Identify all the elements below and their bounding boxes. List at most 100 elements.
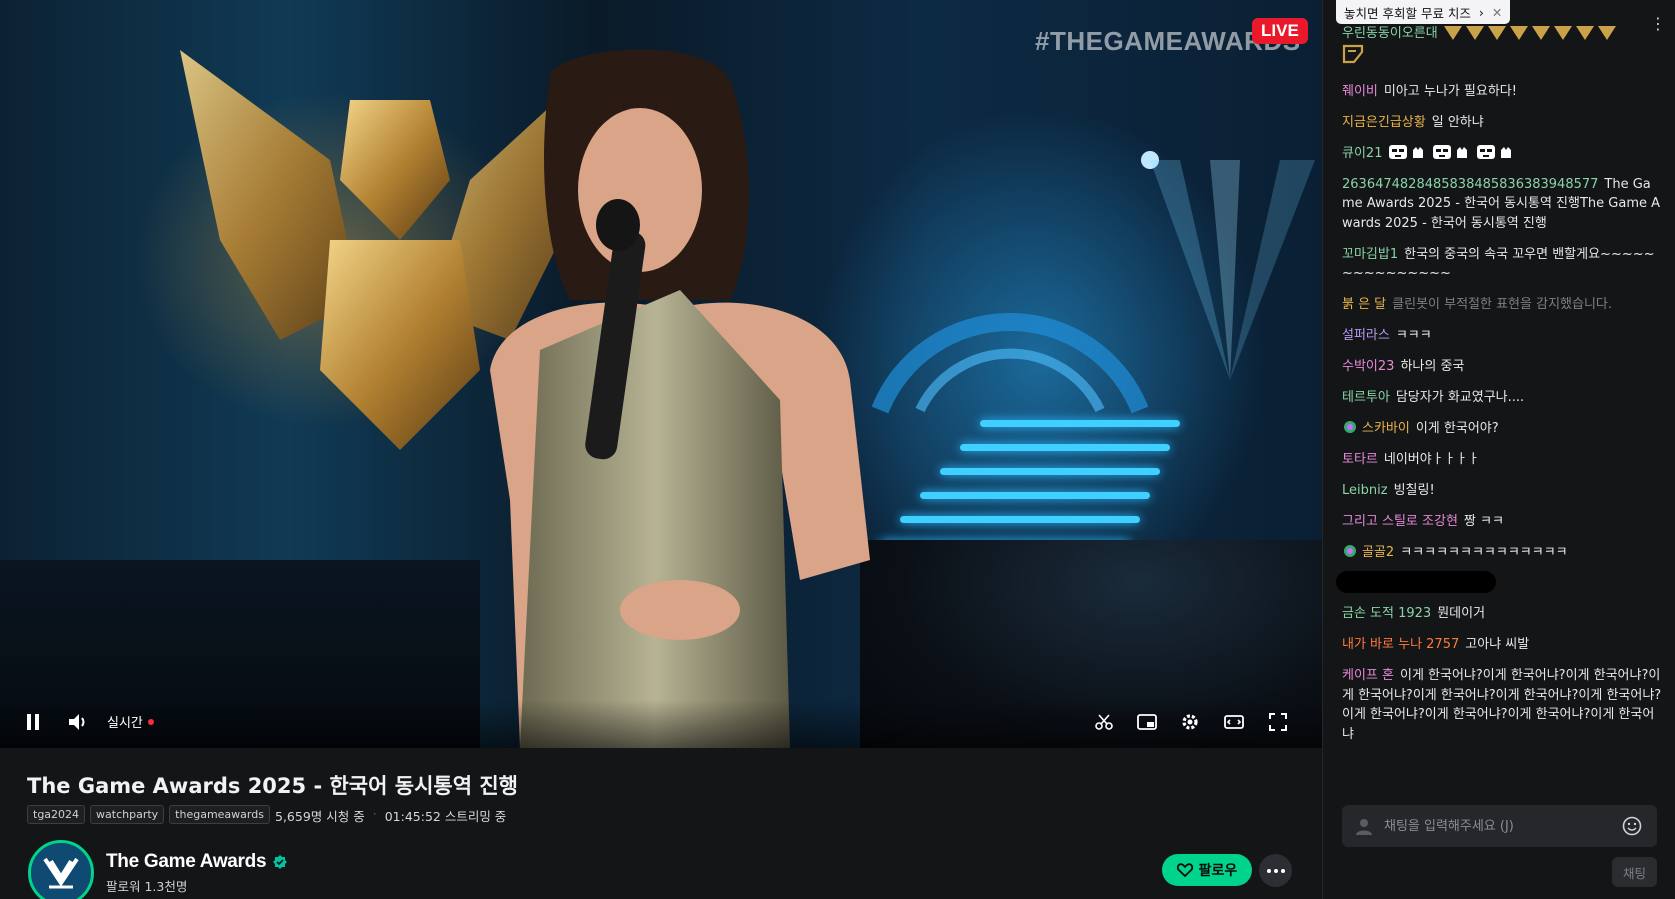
verified-badge-icon [273, 855, 288, 869]
stream-tags: tga2024 watchparty thegameawards [27, 805, 270, 824]
viewer-count: 5,659명 시청 중 [275, 809, 365, 824]
chat-input-box[interactable] [1342, 805, 1657, 847]
chat-nickname[interactable]: 줴이비 [1342, 84, 1378, 99]
chat-message[interactable]: 큐이21 [1342, 144, 1662, 164]
live-indicator-label: 실시간 [107, 716, 143, 731]
chat-message[interactable]: 줴이비 미아고 누나가 필요하다! [1342, 82, 1662, 102]
chat-text: 이게 한국어야? [1415, 421, 1499, 436]
chat-message[interactable]: 금손 도적 1923 뭔데이거 [1342, 604, 1662, 624]
stream-title: The Game Awards 2025 - 한국어 동시통역 진행 [27, 774, 518, 798]
clap-emote-icon [1454, 144, 1474, 160]
volume-icon[interactable] [66, 710, 90, 734]
chat-nickname[interactable]: 스카바이 [1362, 421, 1410, 436]
chat-nickname[interactable]: 그리고 스틸로 조강현 [1342, 514, 1458, 529]
subscriber-badge-icon [1342, 419, 1358, 435]
more-options-button[interactable] [1259, 854, 1292, 887]
chat-nickname[interactable]: 꼬마김밥1 [1342, 247, 1398, 262]
user-avatar-icon [1354, 816, 1374, 836]
chat-message[interactable]: 설퍼라스 ㅋㅋㅋ [1342, 326, 1662, 346]
app-root: #THEGAMEAWARDS LIVE 실시간 The Game Awards … [0, 0, 1675, 899]
fullscreen-icon[interactable] [1266, 710, 1290, 734]
clap-emote-icon [1498, 144, 1518, 160]
chat-message[interactable]: 2636474828485838485836383948577 The Game … [1342, 175, 1662, 234]
light-beams-graphic [1150, 160, 1315, 380]
chat-nickname[interactable]: Leibniz [1342, 483, 1388, 498]
chat-message[interactable]: Leibniz 빙칠링! [1342, 481, 1662, 501]
chat-message[interactable]: 그리고 스틸로 조강현 짱 ㅋㅋ [1342, 512, 1662, 532]
chat-nickname[interactable]: 설퍼라스 [1342, 328, 1390, 343]
pip-icon[interactable] [1135, 710, 1159, 734]
chat-message[interactable]: 내가 바로 누나 2757 고아냐 씨발 [1342, 635, 1662, 655]
subscriber-badge-icon [1342, 543, 1358, 559]
gold-emote-icon [1531, 26, 1552, 42]
close-icon[interactable]: ✕ [1492, 5, 1502, 20]
pause-icon[interactable] [21, 710, 45, 734]
follow-button[interactable]: 팔로우 [1162, 854, 1252, 886]
chat-nickname[interactable]: 테르투아 [1342, 390, 1390, 405]
chat-message-list[interactable]: 우린동동이오른대줴이비 미아고 누나가 필요하다! 지금은긴급상황 일 안하냐큐이21… [1336, 26, 1662, 756]
gold-emote-icon [1509, 26, 1530, 42]
emoji-icon[interactable] [1622, 816, 1642, 836]
chat-nickname[interactable]: 지금은긴급상황 [1342, 115, 1426, 130]
chat-message[interactable]: 붉 은 달 클린봇이 부적절한 표현을 감지했습니다. [1342, 295, 1662, 315]
stream-uptime: 01:45:52 스트리밍 중 [384, 809, 507, 824]
chat-message[interactable]: 케이프 혼 이게 한국어냐?이게 한국어냐?이게 한국어냐?이게 한국어냐?이게 … [1342, 666, 1662, 744]
chevron-right-icon: › [1478, 4, 1484, 20]
chat-message[interactable]: 골골2 ㅋㅋㅋㅋㅋㅋㅋㅋㅋㅋㅋㅋㅋㅋ [1342, 543, 1662, 563]
chat-nickname[interactable]: 2636474828485838485836383948577 [1342, 177, 1598, 192]
chat-message[interactable]: 테르투아 담당자가 화교였구나.... [1342, 388, 1662, 408]
chat-text: 미아고 누나가 필요하다! [1383, 83, 1517, 99]
chat-text: 담당자가 화교였구나.... [1395, 390, 1525, 405]
chat-nickname[interactable]: 금손 도적 1923 [1342, 606, 1431, 621]
player-controls-bar [0, 700, 1322, 748]
cheese-promo-text[interactable]: 놓치면 후회할 무료 치즈 [1344, 3, 1471, 22]
channel-logo-icon [31, 843, 91, 899]
gold-emote-icon [1465, 26, 1486, 42]
redacted-message [1336, 571, 1496, 593]
tag[interactable]: watchparty [90, 805, 165, 824]
chat-nickname[interactable]: 큐이21 [1342, 146, 1382, 161]
channel-name-row[interactable]: The Game Awards [106, 851, 288, 873]
clap-emote-icon [1410, 144, 1430, 160]
chat-text: 하나의 중국 [1400, 359, 1465, 374]
meta-separator: · [372, 806, 377, 821]
chat-nickname[interactable]: 케이프 혼 [1342, 668, 1394, 683]
chat-message[interactable]: 지금은긴급상황 일 안하냐 [1342, 113, 1662, 133]
chat-nickname[interactable]: 수박이23 [1342, 359, 1394, 374]
chat-nickname[interactable]: 우린동동이오른대 [1342, 26, 1438, 41]
chat-text: 짱 ㅋㅋ [1463, 514, 1504, 529]
video-player[interactable]: #THEGAMEAWARDS LIVE [0, 0, 1322, 748]
chat-text: ㅋㅋㅋ [1395, 328, 1432, 343]
chat-text: 뭔데이거 [1437, 606, 1486, 621]
host-person-graphic [490, 49, 870, 748]
chat-nickname[interactable]: 내가 바로 누나 2757 [1342, 637, 1459, 652]
follower-count: 팔로워 1.3천명 [106, 879, 188, 894]
tag[interactable]: thegameawards [169, 805, 270, 824]
channel-name[interactable]: The Game Awards [106, 851, 267, 873]
settings-icon[interactable] [1178, 710, 1202, 734]
chat-message[interactable]: 토타르 네이버야ㅏㅏㅏㅏ [1342, 450, 1662, 470]
chat-nickname[interactable]: 골골2 [1362, 545, 1394, 560]
chat-nickname[interactable]: 토타르 [1342, 452, 1378, 467]
chat-text: ㅋㅋㅋㅋㅋㅋㅋㅋㅋㅋㅋㅋㅋㅋ [1400, 545, 1568, 560]
face-emote-icon [1388, 144, 1408, 160]
chat-message[interactable]: 꼬마김밥1 한국의 중국의 속국 꼬우면 밴할게요~~~~~~~~~~~~~~~ [1342, 245, 1662, 284]
chat-message[interactable]: 우린동동이오른대 [1342, 24, 1662, 70]
chat-message[interactable]: 수박이23 하나의 중국 [1342, 357, 1662, 377]
theater-mode-icon[interactable] [1222, 710, 1246, 734]
send-chat-button[interactable]: 채팅 [1612, 857, 1657, 887]
chat-text: 빙칠링! [1393, 483, 1435, 498]
chat-message[interactable]: 스카바이 이게 한국어야? [1342, 419, 1662, 439]
face-emote-icon [1476, 144, 1496, 160]
live-dot-icon [147, 718, 154, 725]
channel-avatar[interactable] [28, 840, 94, 899]
cheese-promo-tooltip[interactable]: 놓치면 후회할 무료 치즈 › ✕ [1336, 0, 1511, 24]
chat-nickname[interactable]: 붉 은 달 [1342, 297, 1386, 312]
clip-icon[interactable] [1092, 710, 1116, 734]
tag[interactable]: tga2024 [27, 805, 86, 824]
live-badge: LIVE [1252, 18, 1308, 44]
gold-emote-icon [1487, 26, 1508, 42]
cleanbot-notice: 클린봇이 부적절한 표현을 감지했습니다. [1392, 297, 1613, 312]
chat-input[interactable] [1384, 818, 1609, 834]
chat-text: 일 안하냐 [1431, 114, 1484, 130]
